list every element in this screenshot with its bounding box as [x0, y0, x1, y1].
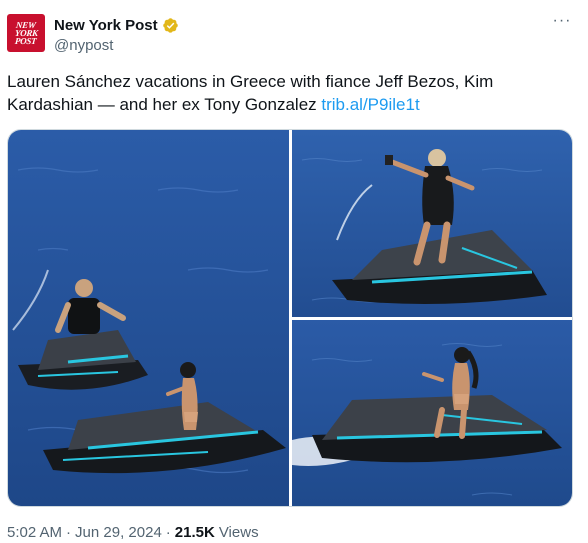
views-count[interactable]: 21.5K — [175, 524, 215, 541]
more-options-icon[interactable]: ··· — [551, 13, 573, 34]
photo-selfie-jet-ski[interactable] — [292, 130, 572, 317]
avatar[interactable]: NEW YORK POST — [7, 14, 45, 52]
media-grid — [7, 129, 573, 507]
avatar-line-3: POST — [14, 36, 38, 46]
display-name[interactable]: New York Post — [54, 17, 158, 34]
tweet-date[interactable]: Jun 29, 2024 — [75, 524, 162, 541]
tweet-header: NEW YORK POST New York Post @nypost ··· — [7, 13, 581, 56]
tweet-footer: 5:02 AM · Jun 29, 2024 · 21.5K Views — [7, 524, 259, 541]
tweet-time[interactable]: 5:02 AM — [7, 524, 62, 541]
tweet-body: Lauren Sánchez vacations in Greece with … — [7, 72, 494, 114]
tweet-link[interactable]: trib.al/P9ile1t — [321, 95, 419, 114]
footer-separator: · — [66, 524, 72, 541]
footer-separator-2: · — [165, 524, 171, 541]
tweet-text: Lauren Sánchez vacations in Greece with … — [7, 70, 573, 116]
views-label: Views — [218, 524, 259, 541]
tweet-card[interactable]: NEW YORK POST New York Post @nypost ··· … — [0, 0, 588, 543]
photo-solo-jet-ski[interactable] — [292, 320, 572, 506]
photo-jet-skis-two[interactable] — [8, 130, 289, 506]
verified-badge-icon[interactable] — [162, 17, 179, 34]
author-names: New York Post @nypost — [54, 15, 179, 54]
handle[interactable]: @nypost — [54, 37, 179, 54]
